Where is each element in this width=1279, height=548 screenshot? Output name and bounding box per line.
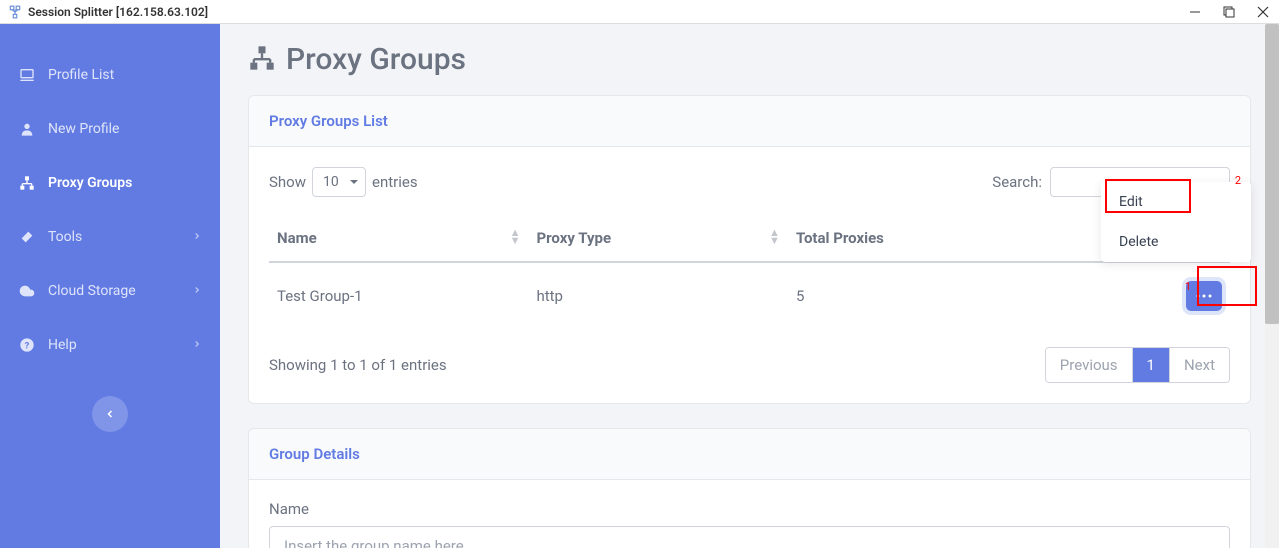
collapse-sidebar-button[interactable] bbox=[92, 396, 128, 432]
scrollbar[interactable] bbox=[1265, 24, 1279, 548]
cell-total-proxies: 5 bbox=[788, 262, 1134, 329]
table-info: Showing 1 to 1 of 1 entries bbox=[269, 356, 447, 374]
network-icon bbox=[248, 44, 276, 76]
cell-proxy-type: http bbox=[528, 262, 787, 329]
sidebar-item-profile-list[interactable]: Profile List bbox=[0, 48, 220, 102]
dropdown-item-edit[interactable]: Edit bbox=[1101, 182, 1251, 222]
dropdown-item-delete[interactable]: Delete bbox=[1101, 222, 1251, 262]
pagination-page-1[interactable]: 1 bbox=[1133, 348, 1170, 382]
chevron-right-icon bbox=[192, 337, 202, 353]
svg-text:?: ? bbox=[25, 340, 30, 351]
user-icon bbox=[18, 120, 36, 138]
titlebar: Session Splitter [162.158.63.102] bbox=[0, 0, 1279, 24]
chevron-right-icon bbox=[192, 229, 202, 245]
column-header-total-proxies[interactable]: Total Proxies ▲▼ bbox=[788, 215, 1134, 262]
sidebar-item-new-profile[interactable]: New Profile bbox=[0, 102, 220, 156]
sidebar-item-label: Tools bbox=[48, 229, 82, 245]
sidebar: Profile List New Profile Proxy Groups To… bbox=[0, 24, 220, 548]
sidebar-item-tools[interactable]: Tools bbox=[0, 210, 220, 264]
sidebar-item-label: New Profile bbox=[48, 121, 119, 137]
sidebar-item-label: Cloud Storage bbox=[48, 283, 136, 299]
laptop-icon bbox=[18, 66, 36, 84]
column-header-name[interactable]: Name ▲▼ bbox=[269, 215, 528, 262]
pagination-previous[interactable]: Previous bbox=[1046, 348, 1133, 382]
card-title: Group Details bbox=[249, 429, 1250, 480]
cloud-icon bbox=[18, 282, 36, 300]
maximize-button[interactable] bbox=[1221, 4, 1237, 20]
row-actions-button[interactable] bbox=[1186, 281, 1222, 311]
entries-select[interactable]: 10 bbox=[312, 167, 366, 197]
tools-icon bbox=[18, 228, 36, 246]
search-label: Search: bbox=[992, 173, 1042, 191]
minimize-button[interactable] bbox=[1187, 4, 1203, 20]
entries-label: entries bbox=[372, 173, 418, 191]
sidebar-item-label: Help bbox=[48, 337, 77, 353]
app-icon bbox=[8, 5, 22, 19]
close-button[interactable] bbox=[1255, 4, 1271, 20]
network-icon bbox=[18, 174, 36, 192]
chevron-right-icon bbox=[192, 283, 202, 299]
annotation-label-1: 1 bbox=[1185, 280, 1191, 293]
window-title: Session Splitter [162.158.63.102] bbox=[28, 5, 208, 19]
help-icon: ? bbox=[18, 336, 36, 354]
sidebar-item-help[interactable]: ? Help bbox=[0, 318, 220, 372]
card-title: Proxy Groups List bbox=[249, 96, 1250, 147]
name-label: Name bbox=[269, 500, 1230, 518]
window-controls bbox=[1187, 4, 1271, 20]
page-header: Proxy Groups bbox=[248, 42, 1251, 77]
sidebar-item-label: Proxy Groups bbox=[48, 175, 132, 191]
scrollbar-thumb[interactable] bbox=[1265, 24, 1279, 324]
pagination-next[interactable]: Next bbox=[1170, 348, 1229, 382]
group-name-input[interactable] bbox=[269, 526, 1230, 548]
sidebar-item-label: Profile List bbox=[48, 67, 114, 83]
row-actions-dropdown: 2 Edit Delete bbox=[1101, 182, 1251, 262]
sidebar-item-cloud-storage[interactable]: Cloud Storage bbox=[0, 264, 220, 318]
annotation-label-2: 2 bbox=[1235, 174, 1241, 187]
pagination: Previous 1 Next bbox=[1045, 347, 1230, 383]
sort-icon: ▲▼ bbox=[510, 229, 521, 245]
show-label: Show bbox=[269, 173, 306, 191]
page-title: Proxy Groups bbox=[286, 42, 466, 77]
main-content: Proxy Groups Proxy Groups List Show 10 e… bbox=[220, 24, 1279, 548]
table-row: Test Group-1 http 5 bbox=[269, 262, 1230, 329]
column-header-proxy-type[interactable]: Proxy Type ▲▼ bbox=[528, 215, 787, 262]
cell-name: Test Group-1 bbox=[269, 262, 528, 329]
group-details-card: Group Details Name bbox=[248, 428, 1251, 548]
sort-icon: ▲▼ bbox=[769, 229, 780, 245]
proxy-groups-table: Name ▲▼ Proxy Type ▲▼ Total Proxies ▲▼ bbox=[269, 215, 1230, 329]
sidebar-item-proxy-groups[interactable]: Proxy Groups bbox=[0, 156, 220, 210]
